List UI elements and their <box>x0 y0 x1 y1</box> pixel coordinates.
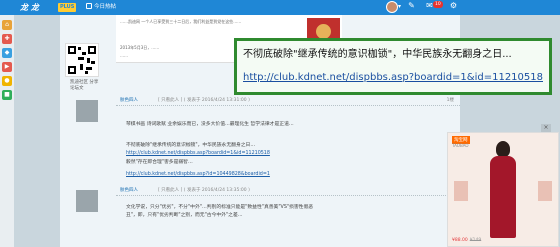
post-line: 琴棋书画 诗词歌赋 业余娱乐而已，没多大价值…最理化生 哲学法律才是正道… <box>126 122 294 127</box>
post-author-card <box>60 186 116 246</box>
tooltip-title: 不彻底破除"继承传统的意识枷锁"，中华民族永无翻身之日... <box>243 49 512 60</box>
shop-icon[interactable]: ■ <box>2 90 12 100</box>
settings-icon[interactable]: ⚙ <box>448 0 459 11</box>
post-header: 肤色四人 [ 只看此人 ] ( 发表于 2016/4/24 13:31:00 )… <box>116 96 460 106</box>
tooltip-url[interactable]: http://club.kdnet.net/dispbbs.asp?boardi… <box>243 72 543 83</box>
post: 肤色四人 [ 只看此人 ] ( 发表于 2016/4/24 13:31:00 )… <box>116 96 460 182</box>
avatar[interactable] <box>76 190 98 212</box>
nav-label: 今日热帖 <box>94 4 117 10</box>
chevron-down-icon[interactable]: ▾ <box>398 3 401 10</box>
excerpt-line: …… <box>120 53 128 58</box>
grid-icon <box>86 3 92 9</box>
chat-icon[interactable]: ● <box>2 76 12 86</box>
close-icon[interactable]: × <box>541 124 551 132</box>
post: 肤色四人 [ 只看此人 ] ( 发表于 2016/4/24 13:35:00 )… <box>116 186 460 247</box>
post-meta: [ 只看此人 ] ( 发表于 2016/4/24 13:31:00 ) <box>158 98 250 103</box>
ad-price: ¥88.00 ¥149 <box>452 238 481 243</box>
post-floor: 1楼 <box>446 98 454 103</box>
ad-thumb <box>454 181 468 201</box>
edit-icon[interactable]: ✎ <box>406 0 417 11</box>
post-line: 不彻底破除"继承传统的意识枷锁"，中华民族永无翻身之日… <box>126 143 256 148</box>
user-avatar[interactable] <box>386 1 398 13</box>
model-head <box>496 141 510 157</box>
excerpt-line: ……凯迪网 一个人已享受到三十二日后，我们利益是到党在这些…… <box>120 19 242 24</box>
qr-code <box>65 43 99 77</box>
avatar[interactable] <box>76 100 98 122</box>
model-dress <box>490 156 516 238</box>
excerpt-line: 2013年5月3日，…… <box>120 45 160 50</box>
price-current: ¥88.00 <box>452 238 468 243</box>
post-link[interactable]: http://club.kdnet.net/dispbbs.asp?id=104… <box>126 171 270 178</box>
ad-panel[interactable]: 淘宝网 TAOBAO ¥88.00 ¥149 <box>447 132 559 247</box>
ad-sub: TAOBAO <box>452 143 469 148</box>
link-preview-tooltip: 不彻底破除"继承传统的意识枷锁"，中华民族永无翻身之日... http://cl… <box>234 38 552 95</box>
ad-model-image <box>486 141 520 239</box>
notification-badge: 10 <box>433 1 443 8</box>
nav-today-hot[interactable]: 今日热帖 <box>86 3 116 12</box>
post-line: 文化学说，只分"优劣"，不分"中外"…判别的标准只能是"致益性"真善美"VS"损… <box>126 205 314 210</box>
ad-thumb <box>538 181 552 201</box>
post-header: 肤色四人 [ 只看此人 ] ( 发表于 2016/4/24 13:35:00 )… <box>116 186 460 196</box>
home-icon[interactable]: ⌂ <box>2 20 12 30</box>
left-rail: ⌂ ✚ ◆ ▶ ● ■ <box>0 0 14 247</box>
post-author-card <box>60 96 116 156</box>
site-logo[interactable]: 龙 龙 <box>20 2 39 13</box>
post-meta: [ 只看此人 ] ( 发表于 2016/4/24 13:35:00 ) <box>158 188 250 193</box>
post-author[interactable]: 肤色四人 <box>120 186 138 196</box>
post-author[interactable]: 肤色四人 <box>120 96 138 106</box>
price-old: ¥149 <box>469 238 482 243</box>
video-icon[interactable]: ▶ <box>2 62 12 72</box>
post-link[interactable]: http://club.kdnet.net/dispbbs.asp?boardi… <box>126 150 270 157</box>
game-icon[interactable]: ◆ <box>2 48 12 58</box>
top-bar: 龙 龙 PLUS 今日热帖 ▾ ✎ ✉ 10 ⚙ <box>0 0 560 15</box>
qr-label: 凯迪社区 分享论坛文 <box>70 80 99 91</box>
plus-badge: PLUS <box>58 3 77 12</box>
gift-icon[interactable]: ✚ <box>2 34 12 44</box>
post-line: 毅然"存在即合理"害多是弱智… <box>126 160 193 165</box>
post-line: 丑"，即，只有"优劣判断"之别，而无"古今中外"之差… <box>126 213 243 218</box>
